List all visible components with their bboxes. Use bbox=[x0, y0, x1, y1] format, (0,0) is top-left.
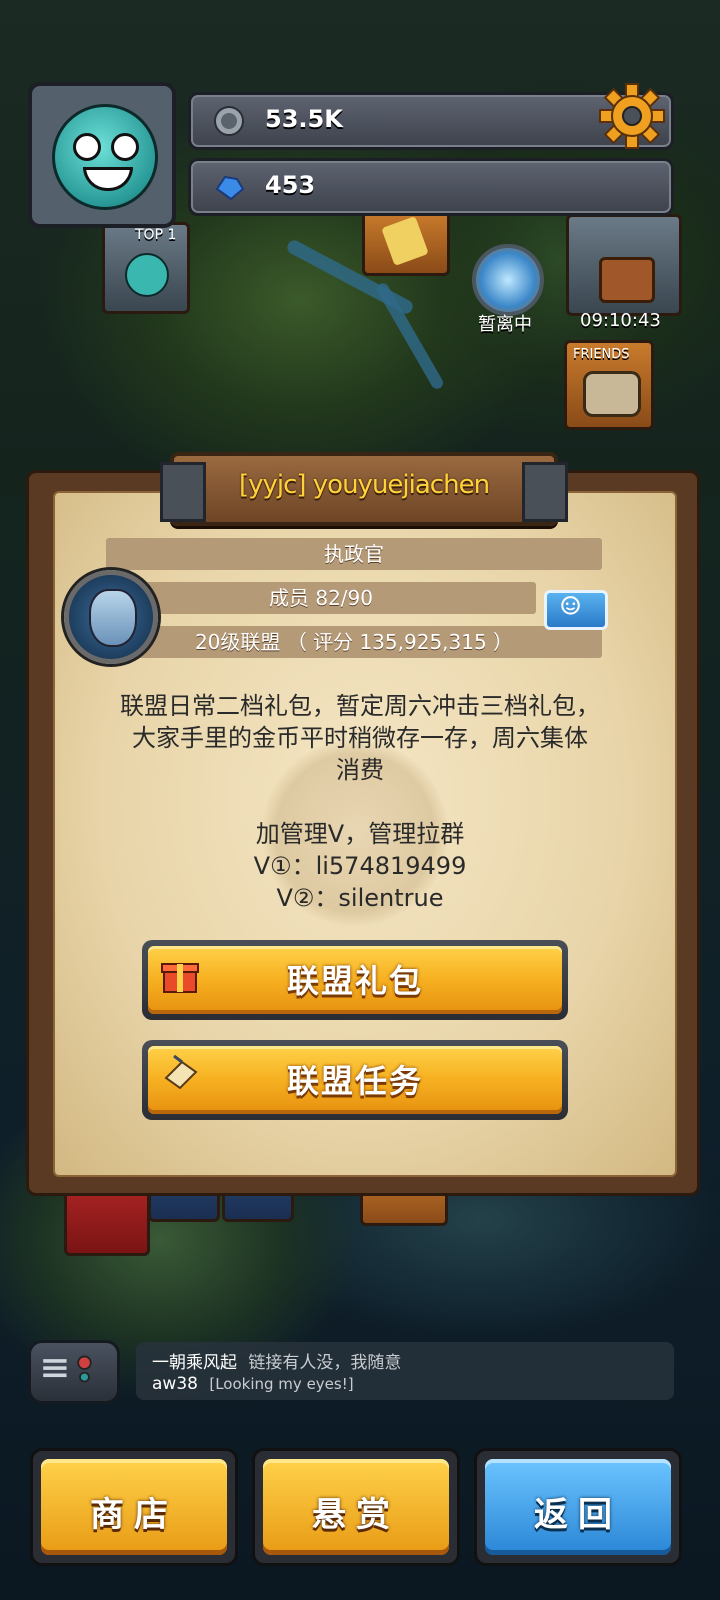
notice-line: 联盟日常二档礼包，暂定周六冲击三档礼包， bbox=[120, 692, 600, 720]
chat-username: 一朝乘风起 bbox=[152, 1353, 237, 1373]
chat-toggle-button[interactable] bbox=[28, 1340, 120, 1404]
bounty-button[interactable]: 悬赏 bbox=[252, 1448, 460, 1566]
drums-icon bbox=[583, 371, 641, 417]
notice-line: 加管理V，管理拉群 bbox=[255, 820, 465, 848]
friends-card[interactable]: FRIENDS bbox=[564, 340, 654, 430]
treasure-chest-icon bbox=[599, 257, 655, 303]
portal-status: 暂离中 bbox=[478, 314, 532, 335]
gem-currency-bar: 453 bbox=[188, 158, 674, 216]
chat-text: 链接有人没，我随意 bbox=[248, 1353, 402, 1373]
back-button[interactable]: 返回 bbox=[474, 1448, 682, 1566]
top-rank-card[interactable]: TOP 1 bbox=[102, 222, 190, 314]
alliance-task-label: 联盟任务 bbox=[286, 1062, 423, 1100]
alliance-notice: 联盟日常二档礼包，暂定周六冲击三档礼包， 大家手里的金币平时稍微存一存，周六集体… bbox=[60, 690, 660, 914]
alliance-badge[interactable] bbox=[64, 570, 158, 664]
chat-message: 一朝乘风起 链接有人没，我随意 bbox=[152, 1348, 401, 1373]
notice-line: 消费 bbox=[336, 756, 384, 784]
mask-icon bbox=[89, 589, 137, 647]
alliance-task-button[interactable]: 联盟任务 bbox=[142, 1040, 568, 1120]
chat-menu-icon bbox=[43, 1355, 92, 1383]
chat-text: [Looking my eyes!] bbox=[209, 1375, 354, 1393]
back-label: 返回 bbox=[534, 1495, 622, 1535]
notice-line: V②：silentrue bbox=[276, 884, 444, 912]
chat-message: aw38 [Looking my eyes!] bbox=[152, 1374, 354, 1394]
alliance-name: [yyjc] youyuejiachen bbox=[238, 470, 490, 500]
member-list-button[interactable] bbox=[544, 590, 608, 630]
chat-username: aw38 bbox=[152, 1374, 198, 1394]
member-face-icon bbox=[561, 596, 580, 615]
alliance-level-row: 20级联盟 （ 评分 135,925,315 ） bbox=[106, 626, 602, 658]
silver-coin-icon bbox=[214, 106, 244, 136]
notice-line: 大家手里的金币平时稍微存一存，周六集体 bbox=[132, 724, 588, 752]
event-card[interactable] bbox=[362, 210, 450, 276]
chat-preview[interactable]: 一朝乘风起 链接有人没，我随意 aw38 [Looking my eyes!] bbox=[136, 1342, 674, 1400]
shop-button[interactable]: 商店 bbox=[30, 1448, 238, 1566]
alliance-title-plate: [yyjc] youyuejiachen bbox=[160, 452, 568, 526]
bounty-label: 悬赏 bbox=[312, 1495, 400, 1535]
alliance-gift-label: 联盟礼包 bbox=[286, 962, 423, 1000]
gem-amount: 453 bbox=[265, 171, 316, 199]
notice-line: V①：li574819499 bbox=[253, 852, 467, 880]
notice-line bbox=[60, 786, 660, 818]
slime-icon bbox=[125, 253, 169, 297]
alliance-rank-row: 执政官 bbox=[106, 538, 602, 570]
alliance-gift-button[interactable]: 联盟礼包 bbox=[142, 940, 568, 1020]
shop-label: 商店 bbox=[90, 1495, 178, 1535]
chest-timer: 09:10:43 bbox=[580, 310, 661, 331]
silver-amount: 53.5K bbox=[265, 105, 343, 133]
gem-icon bbox=[215, 175, 245, 201]
alliance-members-row: 成员 82/90 bbox=[106, 582, 536, 614]
river bbox=[374, 281, 446, 391]
top-rank-label: TOP 1 bbox=[135, 227, 177, 243]
chest-card[interactable] bbox=[566, 214, 682, 316]
settings-gear-icon[interactable] bbox=[598, 82, 666, 150]
friends-label: FRIENDS bbox=[573, 347, 630, 362]
slime-avatar-icon bbox=[52, 104, 158, 210]
party-popper-icon bbox=[381, 216, 429, 266]
player-avatar[interactable] bbox=[28, 82, 176, 228]
portal-icon[interactable] bbox=[472, 244, 544, 316]
